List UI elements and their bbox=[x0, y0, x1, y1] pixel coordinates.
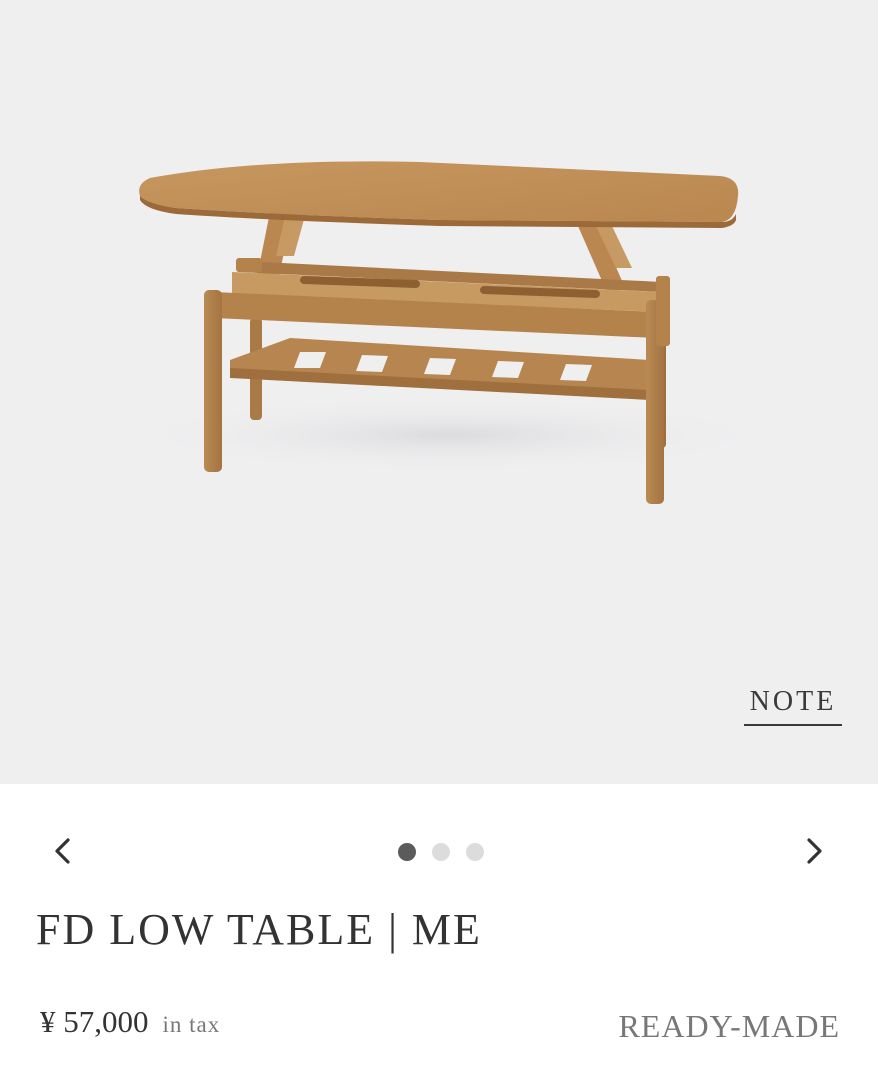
carousel-pagination bbox=[398, 842, 484, 862]
product-type-label: READY-MADE bbox=[618, 1008, 840, 1044]
product-title: FD LOW TABLE | ME bbox=[36, 905, 482, 954]
previous-slide-button[interactable] bbox=[46, 834, 80, 868]
chevron-left-icon bbox=[55, 838, 70, 864]
carousel-dot-3[interactable] bbox=[466, 843, 484, 861]
carousel-dot-1[interactable] bbox=[398, 843, 416, 861]
next-slide-button[interactable] bbox=[797, 834, 831, 868]
note-link-label: NOTE bbox=[749, 686, 837, 717]
product-image bbox=[80, 161, 780, 504]
tax-note: in tax bbox=[162, 1012, 221, 1037]
note-underline bbox=[744, 724, 842, 726]
product-price: ¥ 57,000 bbox=[40, 1004, 149, 1039]
chevron-right-icon bbox=[807, 838, 822, 864]
carousel-dot-2[interactable] bbox=[432, 843, 450, 861]
carousel-controls bbox=[0, 820, 878, 880]
product-image-carousel[interactable]: NOTE bbox=[0, 0, 878, 784]
note-link[interactable]: NOTE bbox=[744, 686, 842, 728]
price-row: ¥ 57,000 in tax bbox=[40, 1004, 220, 1052]
